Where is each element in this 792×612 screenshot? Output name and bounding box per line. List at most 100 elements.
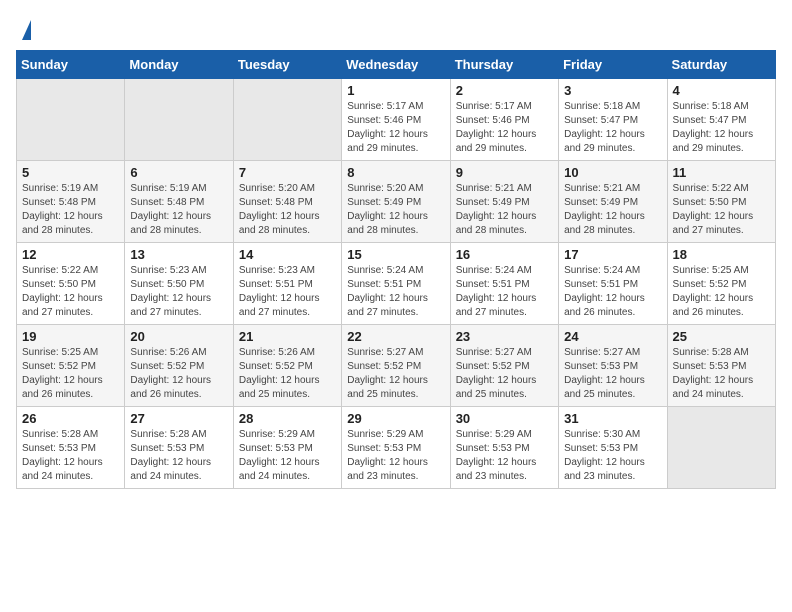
weekday-header-thursday: Thursday [450,51,558,79]
day-number: 4 [673,83,770,98]
day-info: Sunrise: 5:17 AM Sunset: 5:46 PM Dayligh… [347,100,444,156]
calendar-cell: 2 Sunrise: 5:17 AM Sunset: 5:46 PM Daylig… [450,79,558,161]
day-info: Sunrise: 5:30 AM Sunset: 5:53 PM Dayligh… [564,428,661,484]
day-info: Sunrise: 5:26 AM Sunset: 5:52 PM Dayligh… [239,346,336,402]
day-number: 21 [239,329,336,344]
day-number: 14 [239,247,336,262]
day-number: 1 [347,83,444,98]
day-number: 7 [239,165,336,180]
calendar-cell: 10Sunrise: 5:21 AM Sunset: 5:49 PM Dayli… [559,161,667,243]
calendar-cell: 14 Sunrise: 5:23 AM Sunset: 5:51 PM Dayli… [233,243,341,325]
day-info: Sunrise: 5:28 AM Sunset: 5:53 PM Dayligh… [130,428,227,484]
week-row-3: 12 Sunrise: 5:22 AM Sunset: 5:50 PM Dayli… [17,243,776,325]
day-info: Sunrise: 5:24 AM Sunset: 5:51 PM Dayligh… [347,264,444,320]
day-number: 15 [347,247,444,262]
calendar-cell [233,79,341,161]
day-info: Sunrise: 5:20 AM Sunset: 5:49 PM Dayligh… [347,182,444,238]
logo [16,16,31,40]
calendar-cell: 23 Sunrise: 5:27 AM Sunset: 5:52 PM Dayli… [450,325,558,407]
calendar-cell: 6 Sunrise: 5:19 AM Sunset: 5:48 PM Daylig… [125,161,233,243]
day-number: 24 [564,329,661,344]
day-info: Sunrise: 5:17 AM Sunset: 5:46 PM Dayligh… [456,100,553,156]
day-info: Sunrise: 5:28 AM Sunset: 5:53 PM Dayligh… [22,428,119,484]
week-row-4: 19Sunrise: 5:25 AM Sunset: 5:52 PM Dayli… [17,325,776,407]
calendar-cell: 4 Sunrise: 5:18 AM Sunset: 5:47 PM Daylig… [667,79,775,161]
calendar-cell: 24 Sunrise: 5:27 AM Sunset: 5:53 PM Dayli… [559,325,667,407]
calendar-cell [667,407,775,489]
day-number: 6 [130,165,227,180]
weekday-header-saturday: Saturday [667,51,775,79]
day-number: 30 [456,411,553,426]
day-info: Sunrise: 5:19 AM Sunset: 5:48 PM Dayligh… [22,182,119,238]
day-info: Sunrise: 5:27 AM Sunset: 5:52 PM Dayligh… [456,346,553,402]
calendar-cell: 19Sunrise: 5:25 AM Sunset: 5:52 PM Dayli… [17,325,125,407]
weekday-header-monday: Monday [125,51,233,79]
day-info: Sunrise: 5:29 AM Sunset: 5:53 PM Dayligh… [239,428,336,484]
calendar-cell: 25Sunrise: 5:28 AM Sunset: 5:53 PM Dayli… [667,325,775,407]
weekday-header-wednesday: Wednesday [342,51,450,79]
calendar-cell: 26 Sunrise: 5:28 AM Sunset: 5:53 PM Dayli… [17,407,125,489]
day-number: 8 [347,165,444,180]
week-row-2: 5Sunrise: 5:19 AM Sunset: 5:48 PM Daylig… [17,161,776,243]
day-number: 23 [456,329,553,344]
calendar-cell [17,79,125,161]
day-info: Sunrise: 5:25 AM Sunset: 5:52 PM Dayligh… [673,264,770,320]
day-number: 26 [22,411,119,426]
calendar-cell: 9Sunrise: 5:21 AM Sunset: 5:49 PM Daylig… [450,161,558,243]
day-number: 25 [673,329,770,344]
day-info: Sunrise: 5:21 AM Sunset: 5:49 PM Dayligh… [456,182,553,238]
day-number: 16 [456,247,553,262]
calendar-header: SundayMondayTuesdayWednesdayThursdayFrid… [17,51,776,79]
day-number: 27 [130,411,227,426]
weekday-header-sunday: Sunday [17,51,125,79]
calendar-cell: 28 Sunrise: 5:29 AM Sunset: 5:53 PM Dayli… [233,407,341,489]
weekday-header-row: SundayMondayTuesdayWednesdayThursdayFrid… [17,51,776,79]
day-info: Sunrise: 5:22 AM Sunset: 5:50 PM Dayligh… [22,264,119,320]
week-row-5: 26 Sunrise: 5:28 AM Sunset: 5:53 PM Dayli… [17,407,776,489]
day-info: Sunrise: 5:18 AM Sunset: 5:47 PM Dayligh… [564,100,661,156]
calendar-cell: 29Sunrise: 5:29 AM Sunset: 5:53 PM Dayli… [342,407,450,489]
day-info: Sunrise: 5:23 AM Sunset: 5:50 PM Dayligh… [130,264,227,320]
day-info: Sunrise: 5:23 AM Sunset: 5:51 PM Dayligh… [239,264,336,320]
day-info: Sunrise: 5:18 AM Sunset: 5:47 PM Dayligh… [673,100,770,156]
calendar-cell: 17 Sunrise: 5:24 AM Sunset: 5:51 PM Dayli… [559,243,667,325]
day-info: Sunrise: 5:19 AM Sunset: 5:48 PM Dayligh… [130,182,227,238]
calendar-body: 1 Sunrise: 5:17 AM Sunset: 5:46 PM Daylig… [17,79,776,489]
day-number: 22 [347,329,444,344]
day-info: Sunrise: 5:21 AM Sunset: 5:49 PM Dayligh… [564,182,661,238]
calendar-cell: 8 Sunrise: 5:20 AM Sunset: 5:49 PM Daylig… [342,161,450,243]
day-number: 18 [673,247,770,262]
weekday-header-tuesday: Tuesday [233,51,341,79]
day-number: 20 [130,329,227,344]
day-info: Sunrise: 5:27 AM Sunset: 5:53 PM Dayligh… [564,346,661,402]
day-info: Sunrise: 5:24 AM Sunset: 5:51 PM Dayligh… [564,264,661,320]
day-number: 31 [564,411,661,426]
day-number: 2 [456,83,553,98]
calendar-cell: 31 Sunrise: 5:30 AM Sunset: 5:53 PM Dayli… [559,407,667,489]
calendar-cell: 18 Sunrise: 5:25 AM Sunset: 5:52 PM Dayli… [667,243,775,325]
day-number: 19 [22,329,119,344]
calendar-cell: 11Sunrise: 5:22 AM Sunset: 5:50 PM Dayli… [667,161,775,243]
page-header [16,16,776,40]
calendar-cell: 15 Sunrise: 5:24 AM Sunset: 5:51 PM Dayli… [342,243,450,325]
day-number: 12 [22,247,119,262]
calendar-cell: 27 Sunrise: 5:28 AM Sunset: 5:53 PM Dayli… [125,407,233,489]
week-row-1: 1 Sunrise: 5:17 AM Sunset: 5:46 PM Daylig… [17,79,776,161]
day-info: Sunrise: 5:27 AM Sunset: 5:52 PM Dayligh… [347,346,444,402]
calendar-cell: 30Sunrise: 5:29 AM Sunset: 5:53 PM Dayli… [450,407,558,489]
logo-triangle-icon [22,20,31,40]
day-info: Sunrise: 5:24 AM Sunset: 5:51 PM Dayligh… [456,264,553,320]
calendar-cell: 22 Sunrise: 5:27 AM Sunset: 5:52 PM Dayli… [342,325,450,407]
day-number: 28 [239,411,336,426]
day-number: 11 [673,165,770,180]
calendar-cell: 12 Sunrise: 5:22 AM Sunset: 5:50 PM Dayli… [17,243,125,325]
day-number: 3 [564,83,661,98]
calendar-cell: 13 Sunrise: 5:23 AM Sunset: 5:50 PM Dayli… [125,243,233,325]
weekday-header-friday: Friday [559,51,667,79]
calendar-cell: 1 Sunrise: 5:17 AM Sunset: 5:46 PM Daylig… [342,79,450,161]
day-info: Sunrise: 5:20 AM Sunset: 5:48 PM Dayligh… [239,182,336,238]
day-info: Sunrise: 5:29 AM Sunset: 5:53 PM Dayligh… [347,428,444,484]
day-info: Sunrise: 5:26 AM Sunset: 5:52 PM Dayligh… [130,346,227,402]
day-number: 17 [564,247,661,262]
day-number: 13 [130,247,227,262]
